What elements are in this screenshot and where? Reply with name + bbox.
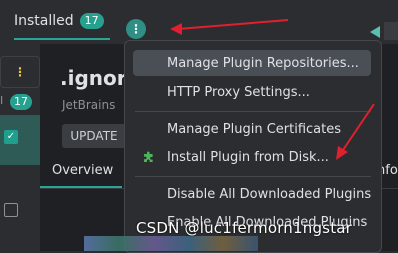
annotation-arrow-to-install [336, 103, 375, 160]
annotation-arrows [170, 19, 375, 160]
annotation-arrow-to-kebab [170, 19, 289, 35]
watermark-text: CSDN @luc1fermorn1ngstar [136, 219, 353, 237]
taskbar-thumbnails [84, 236, 258, 251]
